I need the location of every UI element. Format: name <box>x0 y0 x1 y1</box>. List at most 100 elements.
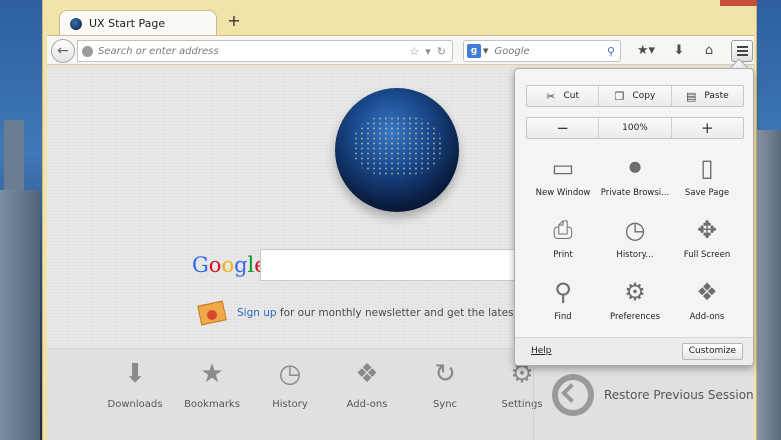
search-placeholder: Google <box>494 45 530 57</box>
google-logo-letter: l <box>247 253 255 277</box>
background-building <box>0 190 40 440</box>
google-engine-icon[interactable]: g <box>467 44 481 58</box>
launcher-addons[interactable]: ❖ Add-ons <box>327 349 407 410</box>
restore-session-label: Restore Previous Session <box>604 388 754 402</box>
clock-icon: ◷ <box>624 216 646 244</box>
fullscreen-icon: ✥ <box>696 216 718 244</box>
dropdown-arrow-icon[interactable]: ▾ <box>425 45 431 58</box>
clock-icon: ◷ <box>278 359 302 389</box>
mask-icon: ⚫ <box>624 154 646 182</box>
launcher-label: Downloads <box>107 399 163 410</box>
star-icon: ★ <box>200 359 224 389</box>
google-logo-letter: o <box>221 253 235 277</box>
page-icon: ▯ <box>700 154 714 182</box>
google-logo: Google <box>192 253 267 277</box>
launcher-bookmarks[interactable]: ★ Bookmarks <box>172 349 252 410</box>
firefox-favicon-icon <box>70 17 82 30</box>
copy-icon: ❐ <box>614 89 625 103</box>
menu-panel: ✂ Cut ❐ Copy ▤ Paste − 100% + ▭ New Window … <box>514 68 754 366</box>
copy-button[interactable]: ❐ Copy <box>599 86 672 106</box>
clipboard-icon: ▤ <box>685 89 697 103</box>
engine-dropdown-icon[interactable]: ▼ <box>483 47 488 55</box>
navigation-toolbar: ← Search or enter address ☆ ▾ ↻ g ▼ Goog… <box>47 35 754 65</box>
bookmarks-menu-icon[interactable]: ★▾ <box>633 41 659 61</box>
plus-icon: + <box>701 119 714 137</box>
print-button[interactable]: ⎙ Print <box>527 213 599 275</box>
downloads-arrow-icon[interactable]: ⬇ <box>669 41 689 61</box>
save-page-button[interactable]: ▯ Save Page <box>671 151 743 213</box>
back-button[interactable]: ← <box>51 39 75 63</box>
customize-button[interactable]: Customize <box>681 343 743 360</box>
address-placeholder: Search or enter address <box>98 45 219 57</box>
zoom-controls: − 100% + <box>526 117 744 139</box>
paste-button[interactable]: ▤ Paste <box>672 86 743 106</box>
edit-controls: ✂ Cut ❐ Copy ▤ Paste <box>526 85 744 107</box>
google-logo-letter: G <box>192 253 209 277</box>
sign-up-link[interactable]: Sign up <box>237 307 277 319</box>
reload-icon[interactable]: ↻ <box>437 45 446 58</box>
paste-label: Paste <box>704 91 729 101</box>
newsletter-snippet: Sign up for our monthly newsletter and g… <box>197 298 561 328</box>
home-icon[interactable]: ⌂ <box>699 41 719 61</box>
launcher-label: Sync <box>432 399 458 410</box>
launcher-sync[interactable]: ↻ Sync <box>405 349 485 410</box>
menu-item-label: Find <box>554 312 572 322</box>
menu-item-label: Full Screen <box>683 250 731 260</box>
zoom-out-button[interactable]: − <box>527 118 600 138</box>
launcher-label: Add-ons <box>346 399 388 410</box>
menu-item-label: Add-ons <box>689 312 725 322</box>
cut-label: Cut <box>563 91 580 101</box>
menu-item-label: Save Page <box>684 188 730 198</box>
google-search-input[interactable] <box>260 249 520 281</box>
zoom-level: 100% <box>622 123 648 133</box>
history-button[interactable]: ◷ History... <box>599 213 671 275</box>
google-logo-letter: g <box>234 253 248 277</box>
tab-title: UX Start Page <box>89 17 166 30</box>
envelope-icon <box>197 298 227 328</box>
minus-icon: − <box>556 119 569 137</box>
full-screen-button[interactable]: ✥ Full Screen <box>671 213 743 275</box>
tab-ux-start-page[interactable]: UX Start Page <box>59 10 217 36</box>
preferences-button[interactable]: ⚙ Preferences <box>599 275 671 337</box>
background-building <box>4 120 24 200</box>
globe-icon <box>82 45 93 57</box>
magnifier-icon: ⚲ <box>554 278 572 306</box>
puzzle-icon: ❖ <box>696 278 718 306</box>
launcher-downloads[interactable]: ⬇ Downloads <box>95 349 175 410</box>
private-browsing-button[interactable]: ⚫ Private Browsi... <box>599 151 671 213</box>
open-menu-button[interactable] <box>731 40 753 62</box>
menu-item-label: New Window <box>535 188 591 198</box>
menu-panel-footer: Help Customize <box>515 337 753 365</box>
launcher-label: Bookmarks <box>184 399 240 410</box>
cut-button[interactable]: ✂ Cut <box>527 86 600 106</box>
launcher-label: History <box>272 399 308 410</box>
menu-item-label: History... <box>616 250 654 260</box>
launcher-history[interactable]: ◷ History <box>250 349 330 410</box>
addons-button[interactable]: ❖ Add-ons <box>671 275 743 337</box>
find-button[interactable]: ⚲ Find <box>527 275 599 337</box>
firefox-globe-logo <box>335 88 459 212</box>
zoom-reset-button[interactable]: 100% <box>599 118 672 138</box>
address-bar[interactable]: Search or enter address ☆ ▾ ↻ <box>77 40 453 62</box>
search-magnifier-icon[interactable]: ⚲ <box>607 45 620 58</box>
google-logo-letter: o <box>208 253 222 277</box>
search-bar[interactable]: g ▼ Google ⚲ <box>463 40 621 62</box>
puzzle-icon: ❖ <box>355 359 379 389</box>
sync-icon: ↻ <box>434 359 456 389</box>
new-tab-button[interactable]: + <box>225 12 243 30</box>
help-link[interactable]: Help <box>531 346 552 356</box>
menu-item-label: Print <box>553 250 573 260</box>
new-window-icon: ▭ <box>551 154 575 182</box>
gear-icon: ⚙ <box>624 278 646 306</box>
restore-session-icon <box>552 374 594 416</box>
copy-label: Copy <box>632 91 656 101</box>
menu-item-label: Private Browsi... <box>600 188 670 198</box>
new-window-button[interactable]: ▭ New Window <box>527 151 599 213</box>
background-building <box>756 130 781 440</box>
bookmark-star-icon[interactable]: ☆ <box>409 45 419 58</box>
zoom-in-button[interactable]: + <box>672 118 743 138</box>
scissors-icon: ✂ <box>546 89 556 103</box>
window-close-button[interactable] <box>720 0 757 6</box>
menu-item-label: Preferences <box>610 312 660 322</box>
download-icon: ⬇ <box>124 359 146 389</box>
